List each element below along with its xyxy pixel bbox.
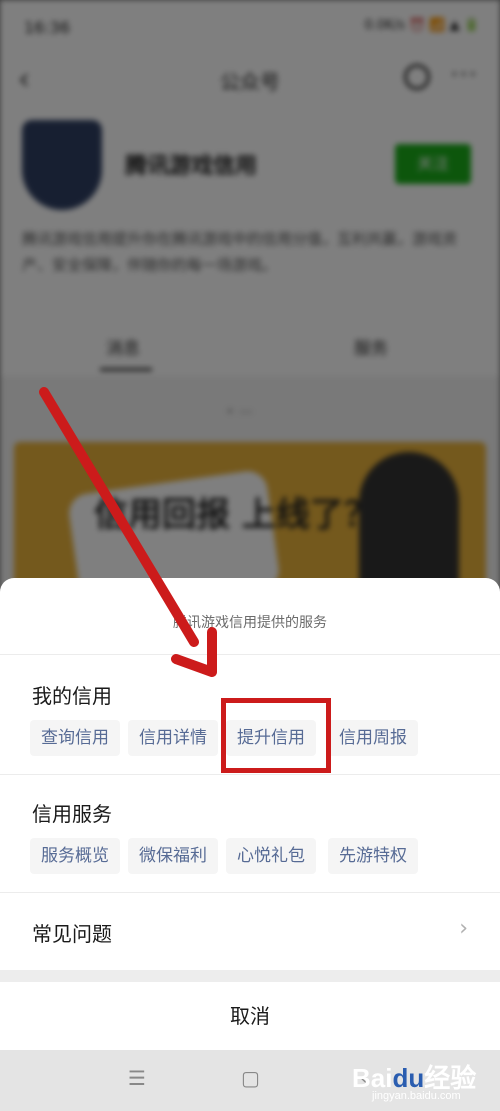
annotation-highlight-box [221, 698, 331, 773]
annotation-arrow [39, 387, 217, 677]
arrow-shaft [39, 387, 199, 647]
baidu-watermark: Baidu经验 jingyan.baidu.com [352, 1056, 492, 1108]
watermark-url: jingyan.baidu.com [372, 1090, 461, 1102]
